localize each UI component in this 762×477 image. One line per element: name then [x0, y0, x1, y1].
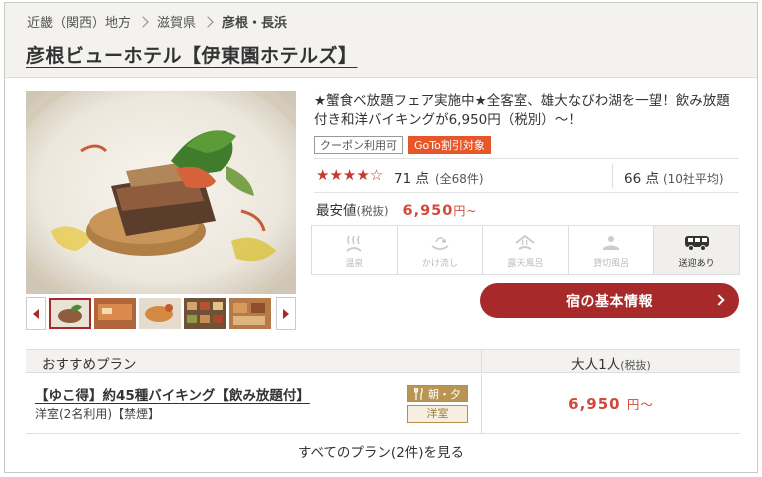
amenity-rotenburo: 露天風呂: [483, 226, 569, 274]
coupon-tag: クーポン利用可: [314, 136, 403, 154]
card-header: 近畿（関西）地方 滋賀県 彦根・長浜 彦根ビューホテル【伊東園ホテルズ】: [5, 3, 757, 78]
review-count: (全68件): [434, 172, 484, 186]
thumbnail-image: [49, 298, 91, 329]
photo-thumbnail[interactable]: [49, 298, 91, 329]
photo-thumbnail[interactable]: [139, 298, 181, 329]
meal-label: 朝・夕: [428, 387, 461, 401]
meal-badge: 朝・夕: [407, 385, 468, 402]
amenities-bar: 温泉 かけ流し 露天風呂 貸切風呂 送迎あり: [311, 225, 740, 275]
price-per-adult-label: 大人1人: [571, 357, 621, 373]
goto-tag: GoTo割引対象: [408, 136, 491, 154]
chevron-right-icon: [137, 15, 149, 28]
ratings-row: ★★★★☆ 71 点 (全68件) 66 点 (10社平均): [314, 164, 739, 190]
tax-note: (税抜): [356, 204, 389, 218]
all-plans-link[interactable]: すべてのプラン(2件)を見る: [5, 434, 757, 472]
average-score-label: (10社平均): [662, 172, 724, 186]
breadcrumb-prefecture[interactable]: 滋賀県: [157, 12, 196, 31]
divider: [612, 164, 613, 188]
thumbnail-image: [139, 298, 181, 329]
hotel-main-photo[interactable]: [26, 91, 296, 294]
chevron-right-icon: [202, 15, 214, 28]
shuttle-bus-icon: [684, 236, 709, 251]
divider: [314, 192, 739, 193]
plans-header-label: おすすめプラン: [42, 357, 137, 373]
lowest-price: 最安値(税抜) 6,950円~: [316, 199, 477, 219]
amenity-label: かけ流し: [421, 259, 458, 269]
plans-header: おすすめプラン 大人1人(税抜): [26, 349, 740, 373]
photo-thumbnail[interactable]: [94, 298, 136, 329]
amenity-label: 温泉: [345, 259, 364, 269]
breadcrumb-area[interactable]: 彦根・長浜: [222, 12, 287, 31]
dish-photo: [26, 91, 296, 294]
arrow-right-icon: [283, 308, 289, 319]
plan-title-link[interactable]: 【ゆこ得】約45種バイキング【飲み放題付】: [35, 384, 310, 404]
divider: [314, 158, 739, 159]
tax-note: (税抜): [620, 359, 651, 372]
amenity-label: 露天風呂: [507, 259, 544, 269]
thumbnail-next-button[interactable]: [276, 297, 296, 330]
amenity-private-bath: 貸切風呂: [569, 226, 655, 274]
amenity-kakenagashi: かけ流し: [398, 226, 484, 274]
private-bath-icon: [603, 236, 620, 250]
hotel-info-button-label: 宿の基本情報: [566, 293, 653, 310]
amenity-label: 送迎あり: [678, 259, 715, 269]
kakenagashi-icon: [431, 237, 449, 250]
breadcrumb-region[interactable]: 近畿（関西）地方: [27, 12, 131, 31]
hotel-info-button[interactable]: 宿の基本情報: [480, 283, 739, 318]
arrow-left-icon: [33, 308, 39, 319]
hotel-tags: クーポン利用可 GoTo割引対象: [314, 136, 491, 154]
photo-thumbnail-strip: [26, 297, 296, 331]
plan-price-amount: 6,950: [568, 395, 621, 413]
thumbnail-image: [184, 298, 226, 329]
hotel-card: 近畿（関西）地方 滋賀県 彦根・長浜 彦根ビューホテル【伊東園ホテルズ】 ★蟹食…: [4, 2, 758, 473]
amenity-label: 貸切風呂: [593, 259, 630, 269]
review-score-link[interactable]: 71 点 (全68件): [394, 167, 484, 187]
price-amount: 6,950: [402, 203, 454, 219]
fork-knife-icon: [414, 387, 423, 400]
hotel-name-link[interactable]: 彦根ビューホテル【伊東園ホテルズ】: [26, 41, 358, 68]
star-rating: ★★★★☆: [316, 166, 384, 184]
plan-row: 【ゆこ得】約45種バイキング【飲み放題付】 洋室(2名利用)【禁煙】 朝・夕 洋…: [26, 374, 740, 434]
hotel-description: ★蟹食べ放題フェア実施中★全客室、雄大なびわ湖を一望！飲み放題付き和洋バイキング…: [314, 93, 730, 128]
lowest-price-value: 6,950円~: [402, 203, 477, 219]
thumbnail-image: [94, 298, 136, 329]
photo-thumbnail[interactable]: [229, 298, 271, 329]
photo-thumbnail[interactable]: [184, 298, 226, 329]
review-score: 71 点: [394, 171, 429, 187]
amenity-onsen: 温泉: [312, 226, 398, 274]
chevron-right-icon: [713, 294, 725, 306]
plans-header-price: 大人1人(税抜): [482, 353, 740, 373]
price-unit: 円~: [453, 204, 478, 218]
plan-price: 6,950 円～: [482, 394, 740, 413]
thumbnail-image: [229, 298, 271, 329]
thumbnail-prev-button[interactable]: [26, 297, 46, 330]
lowest-price-label: 最安値: [316, 203, 357, 219]
breadcrumb: 近畿（関西）地方 滋賀県 彦根・長浜: [27, 12, 287, 31]
average-score: 66 点 (10社平均): [624, 167, 724, 187]
onsen-icon: [346, 235, 362, 252]
average-score-value: 66 点: [624, 171, 659, 187]
plan-price-unit: 円～: [626, 397, 654, 412]
rotenburo-icon: [515, 234, 536, 250]
amenity-shuttle: 送迎あり: [654, 226, 739, 274]
plan-room-info: 洋室(2名利用)【禁煙】: [35, 407, 160, 421]
room-type-badge: 洋室: [407, 405, 468, 423]
